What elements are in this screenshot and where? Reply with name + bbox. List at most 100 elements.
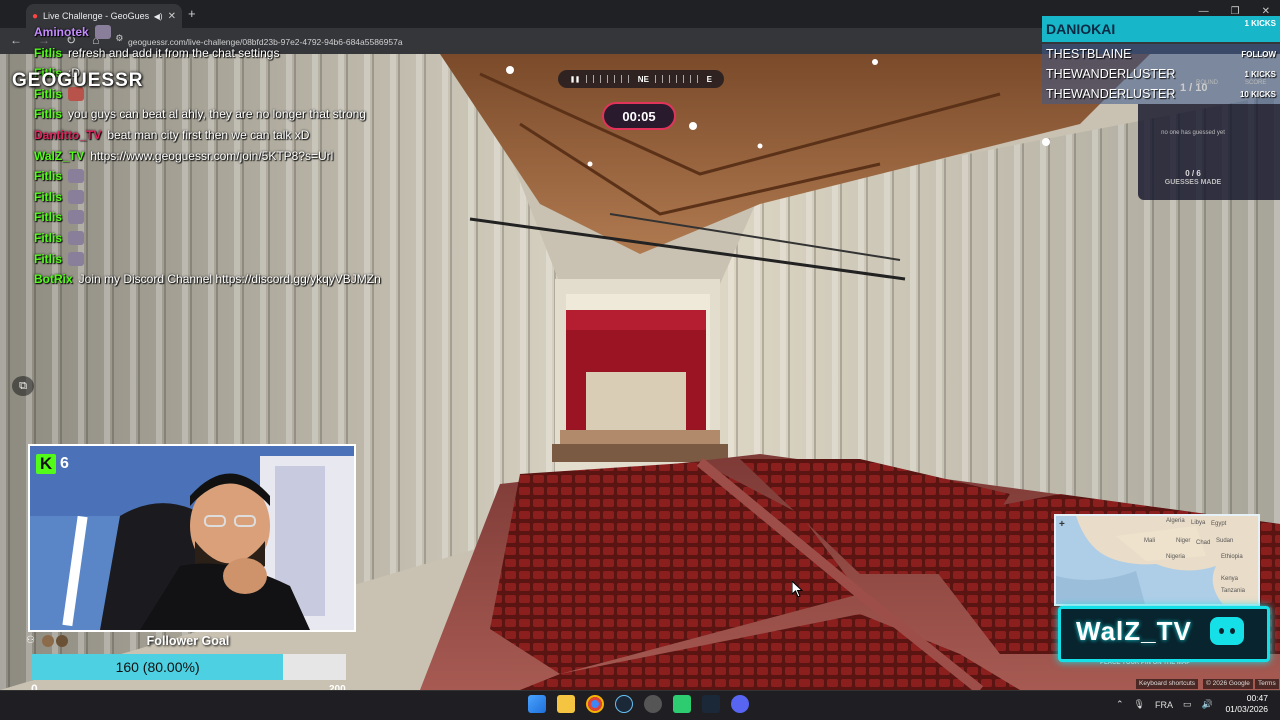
webcam-image — [30, 446, 354, 630]
copyright-text: © 2026 Google — [1203, 679, 1253, 689]
kick-leaderboard: DANIOKAI 1 KICKS THESTBLAINE FOLLOW THEW… — [1042, 16, 1280, 104]
kick-logo-icon: K — [36, 454, 56, 474]
chat-message: Fitlis — [34, 187, 88, 207]
chat-username[interactable]: Dantitto_TV — [34, 128, 101, 142]
back-icon[interactable]: ← — [10, 33, 22, 47]
chat-emote-icon — [68, 169, 85, 184]
chat-message: Aminotek — [34, 22, 115, 42]
map-country-label: Mali — [1144, 538, 1156, 544]
chat-username[interactable]: Fitlis — [34, 210, 62, 224]
chat-message: BotRix Join my Discord Channel https://di… — [34, 269, 381, 289]
leaderboard-top-count: 1 KICKS — [1244, 19, 1276, 28]
follower-goal-title: Follower Goal — [146, 634, 230, 648]
chat-message: Fitlis refresh and add it from the chat s… — [34, 43, 279, 63]
webcam-feed — [28, 444, 356, 632]
keyboard-shortcuts-link[interactable]: Keyboard shortcuts — [1136, 679, 1199, 689]
geoguessr-logo: GEOGUESSR — [12, 70, 144, 91]
chat-message: WalZ_TV https://www.geoguessr.com/join/5K… — [34, 146, 333, 166]
leaderboard-row-name: THEWANDERLUSTER — [1046, 67, 1176, 81]
language-indicator[interactable]: FRA — [1155, 700, 1173, 710]
file-explorer-icon[interactable] — [557, 695, 575, 713]
round-counter: 1 / 10 — [1180, 82, 1208, 94]
network-icon[interactable]: ▭ — [1183, 699, 1192, 710]
map-zoom-in-icon[interactable]: + — [1059, 519, 1065, 530]
map-country-label: Sudan — [1216, 538, 1234, 544]
taskbar-clock[interactable]: 00:47 01/03/2026 — [1224, 693, 1268, 715]
streamer-name: WalZ_TV — [1076, 616, 1192, 646]
tab-audio-icon[interactable]: ◀) — [154, 12, 163, 21]
chat-username[interactable]: WalZ_TV — [34, 149, 84, 163]
compass-bar: ❚❚ NE E — [558, 70, 724, 88]
chat-username[interactable]: Fitlis — [34, 107, 62, 121]
leaderboard-top-name: DANIOKAI — [1046, 21, 1116, 37]
compass-heading: NE — [637, 74, 649, 84]
guess-map[interactable]: + Algeria Libya Egypt Mali Niger Chad Sudan Nig… — [1054, 514, 1260, 606]
map-country-label: Algeria — [1166, 518, 1185, 524]
chat-text: beat man city first then we can talk xD — [107, 128, 310, 142]
chat-text: Join my Discord Channel https://discord.… — [78, 272, 381, 287]
chat-username[interactable]: Fitlis — [34, 231, 62, 245]
tab-title: Live Challenge - GeoGuessr — [43, 11, 149, 21]
chat-message: Dantitto_TV beat man city first then we c… — [34, 125, 309, 145]
map-country-label: Nigeria — [1166, 554, 1186, 560]
chat-message: Fitlis — [34, 207, 88, 227]
chat-username[interactable]: Aminotek — [34, 25, 89, 39]
settings-icon[interactable] — [644, 695, 662, 713]
steam-icon[interactable] — [702, 695, 720, 713]
system-tray: ⌃ 🎙 FRA ▭ 🔊 — [1116, 699, 1213, 710]
score-label: SCORE — [1245, 80, 1267, 86]
leaderboard-row-value: FOLLOW — [1241, 49, 1276, 59]
leaderboard-row-value: 10 KICKS — [1239, 89, 1276, 99]
chat-username[interactable]: BotRix — [34, 272, 73, 286]
compass-right: E — [706, 74, 712, 84]
app-icon[interactable] — [673, 695, 691, 713]
chat-settings-icon[interactable]: ⧉ — [12, 376, 34, 396]
terms-link[interactable]: Terms — [1255, 679, 1279, 689]
start-icon[interactable] — [528, 695, 546, 713]
microphone-icon[interactable]: 🎙 — [1134, 699, 1145, 710]
map-country-label: Ethiopia — [1221, 554, 1243, 560]
leaderboard-row: THEWANDERLUSTER 10 KICKS — [1042, 84, 1280, 104]
leaderboard-row-value: 1 KICKS — [1244, 69, 1276, 79]
compass-ticks — [586, 75, 632, 83]
chat-text: you guys can beat al ahly, they are no l… — [68, 107, 366, 122]
map-country-label: Chad — [1196, 540, 1211, 546]
chat-message: Fitlis — [34, 249, 88, 269]
discord-icon — [1210, 617, 1244, 645]
compass-left: ❚❚ — [570, 76, 581, 83]
tray-chevron-icon[interactable]: ⌃ — [1116, 699, 1124, 710]
follower-goal-label: 160 (80.00%) — [115, 659, 200, 675]
follower-goal-bar: 160 (80.00%) — [32, 654, 346, 680]
mouse-cursor-icon — [791, 579, 804, 602]
guesses-label: GUESSES MADE — [1164, 179, 1222, 186]
map-country-label: Niger — [1176, 538, 1191, 544]
tab-close-icon[interactable]: ✕ — [168, 11, 176, 22]
compass-ticks-right — [654, 75, 701, 83]
chat-username[interactable]: Fitlis — [34, 252, 62, 266]
chat-emote-icon — [68, 231, 85, 245]
taskbar-apps — [528, 695, 749, 713]
kick-viewer-count: K 6 — [36, 454, 69, 474]
leaderboard-row-name: THESTBLAINE — [1046, 47, 1132, 61]
chat-message: Fitlis — [34, 228, 88, 248]
chrome-icon[interactable] — [586, 695, 604, 713]
new-tab-icon[interactable]: + — [188, 6, 196, 21]
chat-username[interactable]: Fitlis — [34, 46, 62, 60]
map-country-label: Kenya — [1221, 576, 1239, 582]
map-country-label: Tanzania — [1221, 588, 1246, 594]
chat-username[interactable]: Fitlis — [34, 169, 62, 183]
screen: ● Live Challenge - GeoGuessr ◀) ✕ + — ❐ … — [0, 0, 1280, 720]
round-timer: 00:05 — [602, 102, 676, 130]
volume-icon[interactable]: 🔊 — [1202, 699, 1213, 710]
chat-emote-icon — [68, 189, 85, 204]
kick-count: 6 — [60, 455, 69, 472]
geoguessr-favicon-icon: ● — [32, 10, 39, 22]
steam-icon[interactable] — [615, 695, 633, 713]
chat-username[interactable]: Fitlis — [34, 190, 62, 204]
leaderboard-row-name: THEWANDERLUSTER — [1046, 87, 1176, 101]
chat-emote-icon — [68, 210, 85, 225]
chat-text: refresh and add it from the chat setting… — [68, 45, 280, 60]
discord-taskbar-icon[interactable] — [731, 695, 749, 713]
guesses-count: 0 / 6 — [1185, 169, 1201, 178]
chat-emote-icon — [94, 25, 111, 39]
